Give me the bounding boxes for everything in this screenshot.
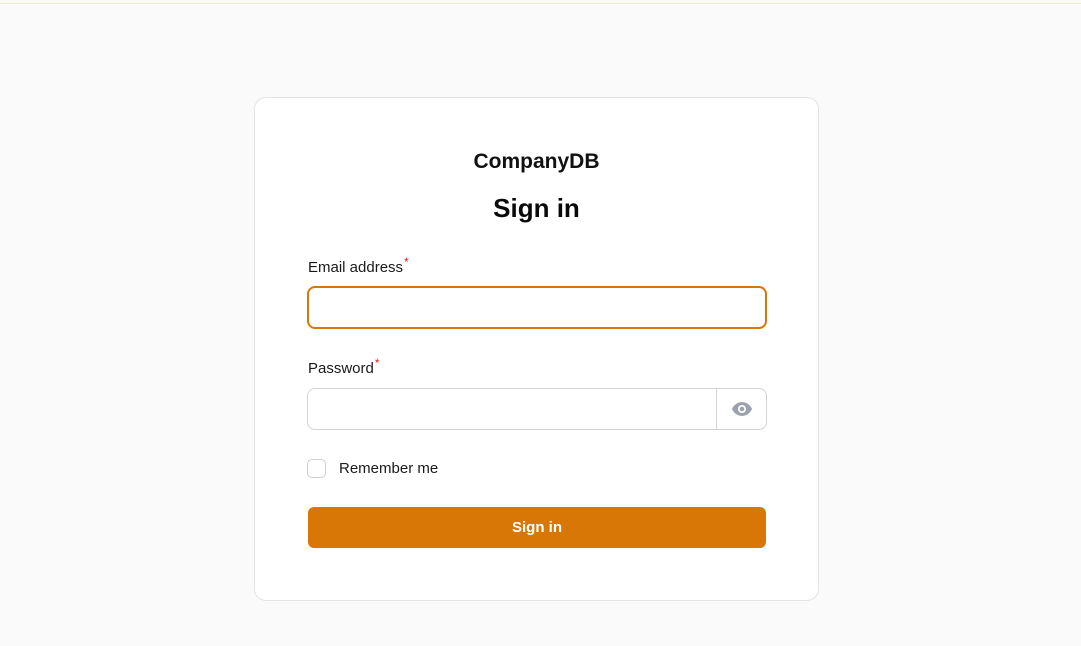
remember-me-row: Remember me: [307, 458, 438, 478]
sign-in-button[interactable]: Sign in: [308, 507, 766, 548]
email-field[interactable]: [307, 286, 767, 329]
show-password-button[interactable]: [716, 389, 766, 429]
password-field[interactable]: [308, 389, 716, 429]
password-label-text: Password: [308, 360, 374, 377]
password-label: Password*: [308, 356, 380, 377]
page-title: Sign in: [493, 193, 580, 223]
login-card: CompanyDB Sign in Email address* Passwor…: [254, 97, 819, 601]
top-strip: [0, 0, 1081, 4]
required-marker: *: [374, 356, 380, 370]
email-label: Email address*: [308, 255, 409, 276]
password-field-group: [307, 388, 767, 430]
brand-name: CompanyDB: [473, 150, 600, 173]
email-label-text: Email address: [308, 259, 404, 276]
eye-icon: [731, 402, 752, 416]
remember-me-checkbox[interactable]: [307, 458, 326, 478]
remember-me-label[interactable]: Remember me: [339, 460, 438, 477]
required-marker: *: [404, 255, 409, 269]
